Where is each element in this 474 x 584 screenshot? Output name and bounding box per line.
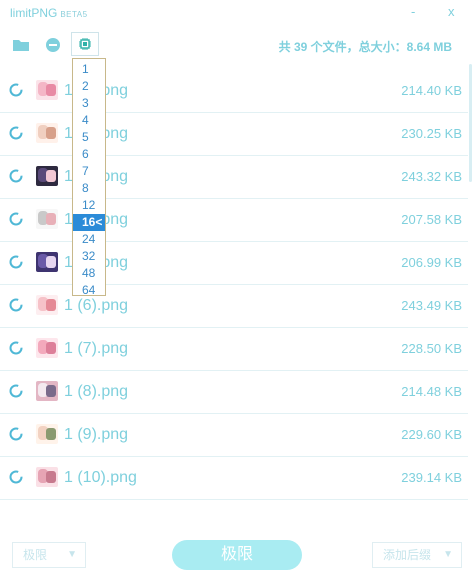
loading-ring-icon [9,298,23,312]
file-thumbnail [36,166,58,186]
folder-icon[interactable] [12,36,30,54]
thread-option[interactable]: 6 [73,146,105,163]
loading-ring-icon [9,470,23,484]
file-row[interactable]: 1 (1).png214.40 KB [0,70,468,113]
file-row[interactable]: 1 (9).png 229.60 KB [0,414,468,457]
file-thumbnail [36,467,58,487]
file-name: 1 (8).png [64,383,129,400]
file-size: 214.40 KB [401,83,462,98]
thread-option[interactable]: 24 [73,231,105,248]
file-size: 230.25 KB [401,126,462,141]
file-thumbnail [36,123,58,143]
loading-ring-icon [9,341,23,355]
close-button[interactable]: x [448,4,455,19]
loading-ring-icon [9,169,23,183]
toolbar: 共 39 个文件，总大小：8.64 MB [0,32,474,58]
thread-option[interactable]: 2 [73,78,105,95]
scrollbar[interactable] [468,64,474,184]
file-size: 207.58 KB [401,212,462,227]
thread-option[interactable]: 48 [73,265,105,282]
file-row[interactable]: 1 (4).png207.58 KB [0,199,468,242]
file-name: 1 (10).png [64,469,137,486]
minimize-button[interactable]: - [411,4,415,19]
chevron-down-icon: ▼ [67,549,77,560]
chevron-down-icon: ▼ [443,549,453,560]
file-list: 1 (1).png214.40 KB1 (2).png230.25 KB1 (3… [0,70,468,510]
thread-option[interactable]: 64 [73,282,105,299]
start-compress-button[interactable]: 极限 [172,540,302,570]
scrollbar-thumb[interactable] [469,64,472,182]
loading-ring-icon [9,427,23,441]
suffix-value: 添加后缀 [383,548,432,562]
file-name: 1 (6).png [64,297,129,314]
loading-ring-icon [9,384,23,398]
file-size: 214.48 KB [401,384,462,399]
compression-mode-value: 极限 [23,548,48,562]
file-thumbnail [36,424,58,444]
title-bar: limitPNG BETA5 - x [0,0,474,26]
thread-count-button[interactable] [71,32,99,56]
thread-option[interactable]: 16< [73,214,105,231]
file-size: 206.99 KB [401,255,462,270]
thread-option[interactable]: 1 [73,61,105,78]
compression-mode-select[interactable]: 极限 ▼ [12,542,86,568]
thread-option[interactable]: 32 [73,248,105,265]
loading-ring-icon [9,83,23,97]
thread-count-dropdown: 1 2 3 4 5 6 7 8 12 16< 24 32 48 64 [72,58,106,299]
file-size: 239.14 KB [401,470,462,485]
file-thumbnail [36,295,58,315]
file-thumbnail [36,338,58,358]
thread-option[interactable]: 3 [73,95,105,112]
thread-option[interactable]: 5 [73,129,105,146]
thread-option[interactable]: 7 [73,163,105,180]
suffix-select[interactable]: 添加后缀 ▼ [372,542,462,568]
loading-ring-icon [9,212,23,226]
loading-ring-icon [9,255,23,269]
loading-ring-icon [9,126,23,140]
app-title: limitPNG BETA5 [10,6,88,20]
file-row[interactable]: 1 (8).png 214.48 KB [0,371,468,414]
file-size: 243.32 KB [401,169,462,184]
file-row[interactable]: 1 (11).png233.78 KB [0,500,468,510]
file-thumbnail [36,252,58,272]
app-name: limitPNG [10,6,58,20]
file-name: 1 (7).png [64,340,129,357]
file-row[interactable]: 1 (10).png 239.14 KB [0,457,468,500]
cpu-chip-icon [79,38,91,50]
file-row[interactable]: 1 (7).png 228.50 KB [0,328,468,371]
file-row[interactable]: 1 (6).png 243.49 KB [0,285,468,328]
beta-label: BETA5 [60,10,88,19]
file-row[interactable]: 1 (2).png230.25 KB [0,113,468,156]
file-row[interactable]: 1 (5).png206.99 KB [0,242,468,285]
thread-option[interactable]: 4 [73,112,105,129]
file-size: 228.50 KB [401,341,462,356]
remove-icon[interactable] [44,36,62,54]
thread-option[interactable]: 8 [73,180,105,197]
file-size: 229.60 KB [401,427,462,442]
file-thumbnail [36,80,58,100]
summary-text: 共 39 个文件，总大小：8.64 MB [278,40,452,54]
file-size: 243.49 KB [401,298,462,313]
thread-option[interactable]: 12 [73,197,105,214]
file-thumbnail [36,209,58,229]
file-thumbnail [36,381,58,401]
file-row[interactable]: 1 (3).png243.32 KB [0,156,468,199]
file-name: 1 (9).png [64,426,129,443]
bottom-bar: 极限 ▼ 极限 添加后缀 ▼ [0,536,474,576]
